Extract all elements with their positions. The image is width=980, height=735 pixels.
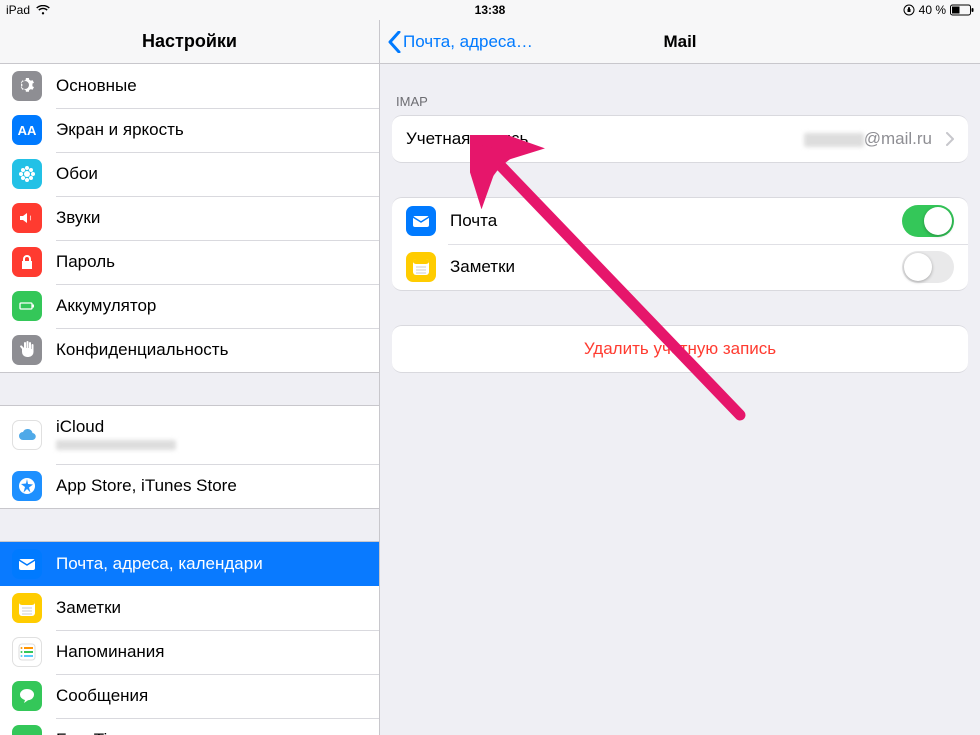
- sidebar-item-display[interactable]: AA Экран и яркость: [0, 108, 379, 152]
- device-name: iPad: [6, 3, 30, 17]
- sidebar-item-notes[interactable]: Заметки: [0, 586, 379, 630]
- mail-icon: [406, 206, 436, 236]
- account-card: Учетная запись @mail.ru: [392, 115, 968, 163]
- sidebar-item-sounds[interactable]: Звуки: [0, 196, 379, 240]
- mail-icon: [12, 549, 42, 579]
- service-row-notes-svc: Заметки: [392, 244, 968, 290]
- service-row-mail-svc: Почта: [392, 198, 968, 244]
- account-value: @mail.ru: [804, 129, 932, 149]
- sidebar-item-label: Напоминания: [56, 642, 363, 662]
- sidebar-item-icloud[interactable]: iCloud: [0, 406, 379, 464]
- lock-icon: [12, 247, 42, 277]
- detail-header: Почта, адреса… Mail: [380, 20, 980, 64]
- video-icon: [12, 725, 42, 735]
- orientation-lock-icon: [903, 4, 915, 16]
- cloud-icon: [12, 420, 42, 450]
- sidebar-item-mail[interactable]: Почта, адреса, календари: [0, 542, 379, 586]
- sidebar-item-label: Экран и яркость: [56, 120, 363, 140]
- battery-icon: [950, 4, 974, 16]
- sidebar-item-general[interactable]: Основные: [0, 64, 379, 108]
- wifi-icon: [36, 5, 50, 15]
- battery-icon: [12, 291, 42, 321]
- hand-icon: [12, 335, 42, 365]
- sidebar-item-reminders[interactable]: Напоминания: [0, 630, 379, 674]
- chevron-right-icon: [946, 132, 954, 146]
- services-card: Почта Заметки: [392, 197, 968, 291]
- back-button[interactable]: Почта, адреса…: [380, 31, 541, 53]
- status-bar: iPad 13:38 40 %: [0, 0, 980, 20]
- status-time: 13:38: [0, 3, 980, 17]
- sidebar-item-label: Почта, адреса, календари: [56, 554, 363, 574]
- settings-sidebar: Настройки Основные AA Экран и яркость Обои З…: [0, 20, 380, 735]
- reminders-icon: [12, 637, 42, 667]
- AA-icon: AA: [12, 115, 42, 145]
- detail-pane: Почта, адреса… Mail IMAP Учетная запись …: [380, 20, 980, 735]
- sidebar-item-label: Основные: [56, 76, 363, 96]
- battery-percent: 40 %: [919, 3, 946, 17]
- sidebar-item-label: Пароль: [56, 252, 363, 272]
- sidebar-item-label: Заметки: [56, 598, 363, 618]
- sidebar-item-label: Сообщения: [56, 686, 363, 706]
- sidebar-item-label: Конфиденциальность: [56, 340, 363, 360]
- sidebar-item-privacy[interactable]: Конфиденциальность: [0, 328, 379, 372]
- account-row[interactable]: Учетная запись @mail.ru: [392, 116, 968, 162]
- sidebar-item-label: FaceTime: [56, 730, 363, 735]
- bubble-icon: [12, 681, 42, 711]
- sidebar-item-facetime[interactable]: FaceTime: [0, 718, 379, 735]
- sidebar-title: Настройки: [0, 20, 379, 64]
- service-label: Заметки: [450, 257, 888, 277]
- appstore-icon: [12, 471, 42, 501]
- gear-icon: [12, 71, 42, 101]
- back-label: Почта, адреса…: [403, 32, 533, 52]
- status-right: 40 %: [903, 3, 974, 17]
- notes-icon: [12, 593, 42, 623]
- flower-icon: [12, 159, 42, 189]
- status-left: iPad: [6, 3, 50, 17]
- detail-body: IMAP Учетная запись @mail.ru Почта Заметк…: [380, 64, 980, 735]
- sidebar-item-label: iCloud: [56, 417, 363, 437]
- toggle-mail-svc[interactable]: [902, 205, 954, 237]
- notes-icon: [406, 252, 436, 282]
- delete-account-button[interactable]: Удалить учетную запись: [392, 326, 968, 372]
- sidebar-item-messages[interactable]: Сообщения: [0, 674, 379, 718]
- imap-header: IMAP: [380, 94, 980, 115]
- service-label: Почта: [450, 211, 888, 231]
- sidebar-item-appstore[interactable]: App Store, iTunes Store: [0, 464, 379, 508]
- account-label: Учетная запись: [406, 129, 790, 149]
- settings-list[interactable]: Основные AA Экран и яркость Обои Звуки Пароль…: [0, 64, 379, 735]
- icloud-account-sub: [56, 439, 363, 453]
- sidebar-item-battery[interactable]: Аккумулятор: [0, 284, 379, 328]
- delete-card: Удалить учетную запись: [392, 325, 968, 373]
- sidebar-item-label: Аккумулятор: [56, 296, 363, 316]
- toggle-notes-svc[interactable]: [902, 251, 954, 283]
- redacted-username: [804, 133, 864, 147]
- sidebar-item-label: App Store, iTunes Store: [56, 476, 363, 496]
- speaker-icon: [12, 203, 42, 233]
- sidebar-item-label: Обои: [56, 164, 363, 184]
- sidebar-item-wallpaper[interactable]: Обои: [0, 152, 379, 196]
- sidebar-item-label: Звуки: [56, 208, 363, 228]
- sidebar-item-passcode[interactable]: Пароль: [0, 240, 379, 284]
